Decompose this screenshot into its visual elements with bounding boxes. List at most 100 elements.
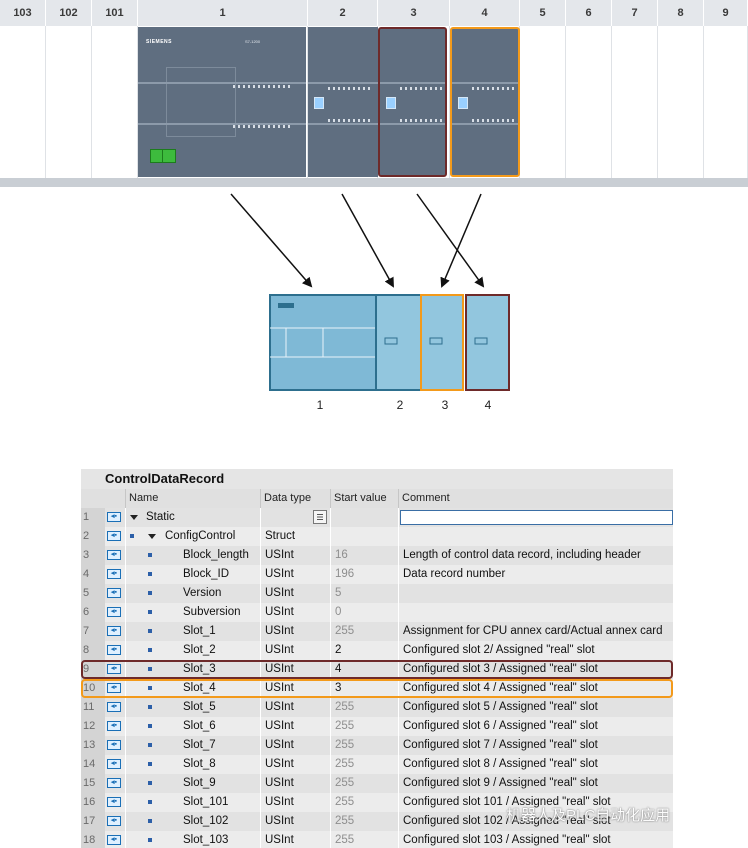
data-type-cell[interactable]: USInt: [260, 755, 330, 774]
comment-cell[interactable]: Configured slot 103 / Assigned "real" sl…: [398, 831, 673, 848]
table-row[interactable]: 8 ◂▪ Slot_2 USInt 2 Configured slot 2/ Assign…: [81, 641, 673, 660]
start-value-cell[interactable]: 16: [330, 546, 398, 565]
start-value-cell[interactable]: [330, 527, 398, 546]
table-row[interactable]: 11 ◂▪ Slot_5 USInt 255 Configured slot 5 / As…: [81, 698, 673, 717]
data-type-cell[interactable]: USInt: [260, 622, 330, 641]
signal-module-slot-3[interactable]: [378, 27, 447, 177]
cpu-module-slot-1[interactable]: SIEMENS S7-1200: [138, 27, 306, 177]
table-row[interactable]: 14 ◂▪ Slot_8 USInt 255 Configured slot 8 / As…: [81, 755, 673, 774]
member-bullet-icon: [148, 629, 152, 633]
name-cell[interactable]: Slot_102: [125, 812, 260, 831]
data-type-cell[interactable]: USInt: [260, 641, 330, 660]
comment-cell[interactable]: Configured slot 5 / Assigned "real" slot: [398, 698, 673, 717]
data-type-cell[interactable]: USInt: [260, 774, 330, 793]
name-cell[interactable]: Block_length: [125, 546, 260, 565]
comment-cell[interactable]: [398, 527, 673, 546]
table-row[interactable]: 3 ◂▪ Block_length USInt 16 Length of control …: [81, 546, 673, 565]
name-cell[interactable]: Version: [125, 584, 260, 603]
rack-slot-102[interactable]: [46, 26, 92, 178]
start-value-cell[interactable]: 5: [330, 584, 398, 603]
name-cell[interactable]: Slot_6: [125, 717, 260, 736]
comment-cell[interactable]: [398, 603, 673, 622]
column-header-comment[interactable]: Comment: [398, 489, 673, 508]
name-cell[interactable]: Block_ID: [125, 565, 260, 584]
name-cell[interactable]: Slot_7: [125, 736, 260, 755]
start-value-cell[interactable]: 255: [330, 831, 398, 848]
comment-edit-field[interactable]: [400, 510, 673, 525]
type-picker-button[interactable]: [313, 510, 327, 524]
name-cell[interactable]: Slot_5: [125, 698, 260, 717]
name-cell[interactable]: Slot_101: [125, 793, 260, 812]
expand-arrow-icon[interactable]: [130, 515, 138, 520]
name-cell[interactable]: ConfigControl: [125, 527, 260, 546]
module-stripe: [138, 82, 306, 84]
start-value-cell[interactable]: [330, 508, 398, 527]
name-cell[interactable]: Slot_103: [125, 831, 260, 848]
start-value-cell[interactable]: 255: [330, 698, 398, 717]
start-value-cell[interactable]: 2: [330, 641, 398, 660]
rack-slot-9[interactable]: [704, 26, 748, 178]
table-row[interactable]: 18 ◂▪ Slot_103 USInt 255 Configured slot 103 …: [81, 831, 673, 848]
start-value-cell[interactable]: 255: [330, 622, 398, 641]
comment-cell[interactable]: Length of control data record, including…: [398, 546, 673, 565]
column-header-name[interactable]: Name: [125, 489, 260, 508]
table-row[interactable]: 2 ◂▪ ConfigControl Struct: [81, 527, 673, 546]
data-type-cell[interactable]: USInt: [260, 565, 330, 584]
rack-slot-8[interactable]: [658, 26, 704, 178]
name-cell[interactable]: Slot_2: [125, 641, 260, 660]
table-row[interactable]: 12 ◂▪ Slot_6 USInt 255 Configured slot 6 / As…: [81, 717, 673, 736]
rack-slot-5[interactable]: [520, 26, 566, 178]
rack-slot-101[interactable]: [92, 26, 138, 178]
rack-slot-7[interactable]: [612, 26, 658, 178]
comment-cell[interactable]: Configured slot 8 / Assigned "real" slot: [398, 755, 673, 774]
data-type-cell[interactable]: USInt: [260, 812, 330, 831]
rack-slot-6[interactable]: [566, 26, 612, 178]
comment-cell[interactable]: Data record number: [398, 565, 673, 584]
data-type-cell[interactable]: USInt: [260, 698, 330, 717]
comment-cell[interactable]: Configured slot 6 / Assigned "real" slot: [398, 717, 673, 736]
table-row[interactable]: 1 ◂▪ Static: [81, 508, 673, 527]
comment-cell[interactable]: Configured slot 2/ Assigned "real" slot: [398, 641, 673, 660]
data-type-cell[interactable]: USInt: [260, 736, 330, 755]
column-header-start-value[interactable]: Start value: [330, 489, 398, 508]
start-value-cell[interactable]: 196: [330, 565, 398, 584]
column-header-data-type[interactable]: Data type: [260, 489, 330, 508]
start-value-cell[interactable]: 255: [330, 774, 398, 793]
data-type-cell[interactable]: Struct: [260, 527, 330, 546]
expand-arrow-icon[interactable]: [148, 534, 156, 539]
signal-module-slot-2[interactable]: [308, 27, 378, 177]
table-row[interactable]: 5 ◂▪ Version USInt 5: [81, 584, 673, 603]
data-type-cell[interactable]: USInt: [260, 831, 330, 848]
name-cell[interactable]: Slot_8: [125, 755, 260, 774]
data-type-cell[interactable]: USInt: [260, 603, 330, 622]
signal-module-slot-4[interactable]: [450, 27, 520, 177]
data-type-cell[interactable]: USInt: [260, 793, 330, 812]
comment-cell[interactable]: [398, 584, 673, 603]
table-row[interactable]: 13 ◂▪ Slot_7 USInt 255 Configured slot 7 / As…: [81, 736, 673, 755]
name-cell[interactable]: Subversion: [125, 603, 260, 622]
data-type-cell[interactable]: USInt: [260, 546, 330, 565]
comment-cell[interactable]: Configured slot 9 / Assigned "real" slot: [398, 774, 673, 793]
comment-cell[interactable]: [398, 508, 673, 527]
name-text: ConfigControl: [165, 530, 236, 542]
name-cell[interactable]: Slot_9: [125, 774, 260, 793]
interface-icon: ◂▪: [107, 721, 121, 731]
data-type-cell[interactable]: [260, 508, 330, 527]
start-value-cell[interactable]: 255: [330, 793, 398, 812]
start-value-cell[interactable]: 0: [330, 603, 398, 622]
name-cell[interactable]: Static: [125, 508, 260, 527]
data-type-cell[interactable]: USInt: [260, 717, 330, 736]
table-row[interactable]: 4 ◂▪ Block_ID USInt 196 Data record number: [81, 565, 673, 584]
comment-cell[interactable]: Assignment for CPU annex card/Actual ann…: [398, 622, 673, 641]
data-type-cell[interactable]: USInt: [260, 584, 330, 603]
table-row[interactable]: 7 ◂▪ Slot_1 USInt 255 Assignment for CPU anne…: [81, 622, 673, 641]
table-row[interactable]: 6 ◂▪ Subversion USInt 0: [81, 603, 673, 622]
start-value-cell[interactable]: 255: [330, 717, 398, 736]
table-row[interactable]: 15 ◂▪ Slot_9 USInt 255 Configured slot 9 / As…: [81, 774, 673, 793]
start-value-cell[interactable]: 255: [330, 755, 398, 774]
name-cell[interactable]: Slot_1: [125, 622, 260, 641]
rack-slot-103[interactable]: [0, 26, 46, 178]
start-value-cell[interactable]: 255: [330, 736, 398, 755]
start-value-cell[interactable]: 255: [330, 812, 398, 831]
comment-cell[interactable]: Configured slot 7 / Assigned "real" slot: [398, 736, 673, 755]
